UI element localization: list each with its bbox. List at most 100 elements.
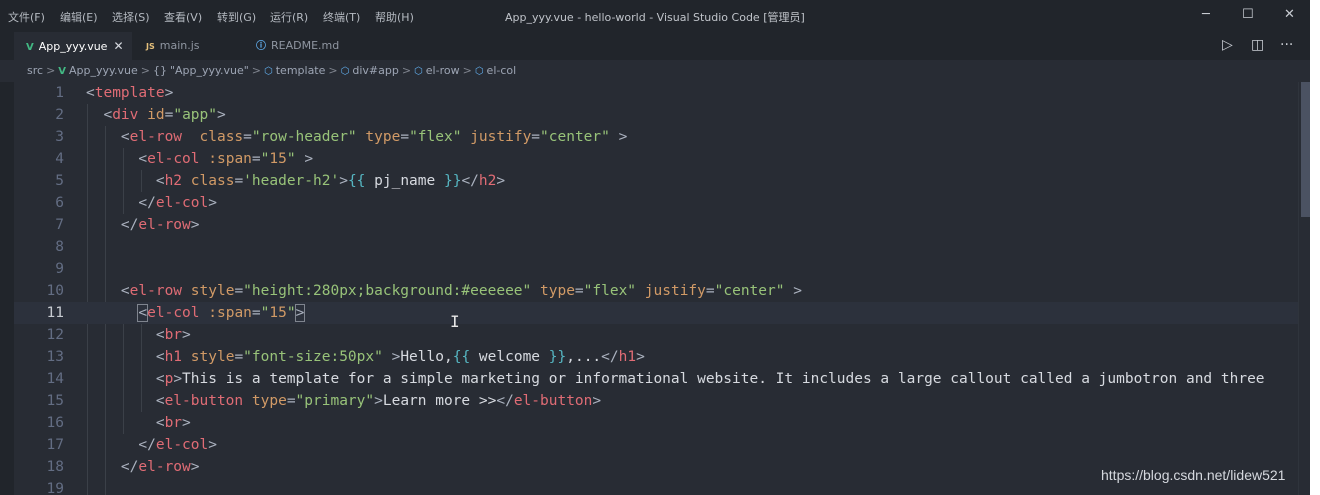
line-number: 2 (55, 107, 64, 123)
code-editor[interactable]: 1 <template> 2 <div id="app"> 3 <el-row c… (14, 82, 1310, 495)
tab-label: main.js (159, 39, 200, 52)
close-window-button[interactable]: ✕ (1284, 7, 1295, 22)
line-number: 14 (46, 371, 64, 387)
code-text: <br> (155, 327, 191, 343)
tab-label: App_yyy.vue (38, 40, 108, 53)
menu-terminal[interactable]: 终端(T) (323, 9, 360, 25)
element-icon: ⬡ (474, 66, 484, 77)
activity-bar-edge (0, 82, 14, 495)
window-title: App_yyy.vue - hello-world - Visual Studi… (505, 11, 805, 24)
chevron-right-icon: > (251, 64, 261, 77)
line-number: 18 (46, 459, 64, 475)
code-text: <h2 class='header-h2'>{{ pj_name }}</h2> (155, 173, 506, 189)
element-icon: ⬡ (264, 66, 273, 77)
line-number: 16 (46, 415, 64, 431)
vue-file-icon: V (26, 42, 34, 53)
breadcrumb: src > V App_yyy.vue >{} "App_yyy.vue" > ⬡ templa… (0, 60, 1310, 82)
line-number: 4 (55, 151, 64, 167)
run-icon[interactable]: ▷ (1222, 37, 1233, 53)
breadcrumb-item-file[interactable]: App_yyy.vue (69, 64, 138, 77)
minimize-button[interactable]: ─ (1202, 7, 1210, 22)
line-number: 7 (55, 217, 64, 233)
code-line: 1 <template> (14, 82, 1310, 104)
line-number: 3 (55, 129, 64, 145)
line-number: 11 (46, 305, 64, 321)
vue-file-icon: V (58, 66, 67, 77)
menu-view[interactable]: 查看(V) (164, 9, 202, 25)
code-line: 15 <el-button type="primary">Learn more … (14, 390, 1310, 412)
code-text: <p>This is a template for a simple marke… (155, 371, 1265, 387)
breadcrumb-path: src > V App_yyy.vue >{} "App_yyy.vue" > ⬡ templa… (27, 60, 516, 83)
tab-main-js[interactable]: JS main.js (132, 32, 242, 60)
code-text: <el-col :span="15"> (137, 304, 306, 322)
scrollbar-thumb[interactable] (1301, 82, 1310, 217)
line-number: 17 (46, 437, 64, 453)
line-number: 8 (55, 239, 64, 255)
chevron-right-icon: > (462, 64, 472, 77)
code-text: <el-row style="height:280px;background:#… (120, 283, 802, 299)
line-number: 19 (46, 481, 64, 495)
editor-tab-bar: V App_yyy.vue ✕ JS main.js ⓘ README.md (0, 32, 1310, 60)
code-text: <el-button type="primary">Learn more >><… (155, 393, 602, 409)
braces-icon: {} (152, 64, 167, 77)
chevron-right-icon: > (328, 64, 338, 77)
close-icon[interactable]: ✕ (113, 39, 123, 53)
tab-app-yyy-vue[interactable]: V App_yyy.vue ✕ (14, 32, 132, 60)
code-text: </el-col> (138, 437, 217, 453)
chevron-right-icon: > (46, 64, 56, 77)
code-line: 13 <h1 style="font-size:50px" >Hello,{{ … (14, 346, 1310, 368)
breadcrumb-item-el-col[interactable]: el-col (487, 64, 517, 77)
menu-selection[interactable]: 选择(S) (112, 9, 150, 25)
text-cursor-icon: I (450, 312, 460, 331)
code-text: </el-col> (138, 195, 217, 211)
code-text: <template> (86, 85, 174, 101)
line-number: 13 (46, 349, 64, 365)
code-line: 17 </el-col> (14, 434, 1310, 456)
tab-readme-md[interactable]: ⓘ README.md (242, 32, 362, 60)
split-editor-icon[interactable]: ◫ (1251, 37, 1264, 53)
menu-file[interactable]: 文件(F) (8, 9, 45, 25)
code-line: 14 <p>This is a template for a simple ma… (14, 368, 1310, 390)
title-bar: 文件(F) 编辑(E) 选择(S) 查看(V) 转到(G) 运行(R) 终端(T… (0, 0, 1310, 32)
code-line: 6 </el-col> (14, 192, 1310, 214)
code-line: 3 <el-row class="row-header" type="flex"… (14, 126, 1310, 148)
line-number: 6 (55, 195, 64, 211)
more-actions-icon[interactable]: ··· (1280, 37, 1293, 53)
element-icon: ⬡ (340, 66, 350, 77)
watermark: https://blog.csdn.net/lidew521 (1101, 467, 1286, 483)
code-line-current: 11 <el-col :span="15"> (14, 302, 1310, 324)
menu-edit[interactable]: 编辑(E) (60, 9, 98, 25)
code-line: 10 <el-row style="height:280px;backgroun… (14, 280, 1310, 302)
code-line: 9 (14, 258, 1310, 280)
line-number: 15 (46, 393, 64, 409)
menu-go[interactable]: 转到(G) (217, 9, 256, 25)
js-file-icon: JS (146, 42, 155, 51)
code-line: 8 (14, 236, 1310, 258)
info-file-icon: ⓘ (256, 41, 266, 52)
window-edge (1310, 0, 1320, 495)
code-line: 4 <el-col :span="15" > (14, 148, 1310, 170)
code-text: <h1 style="font-size:50px" >Hello,{{ wel… (155, 349, 645, 365)
line-number: 5 (55, 173, 64, 189)
code-text: <div id="app"> (103, 107, 226, 123)
breadcrumb-item-div-app[interactable]: div#app (352, 64, 398, 77)
chevron-right-icon: > (140, 64, 150, 77)
code-text: <el-col :span="15" > (138, 151, 314, 167)
menu-run[interactable]: 运行(R) (270, 9, 308, 25)
code-line: 7 </el-row> (14, 214, 1310, 236)
menu-help[interactable]: 帮助(H) (375, 9, 414, 25)
code-text: </el-row> (120, 459, 200, 475)
maximize-button[interactable]: ☐ (1242, 7, 1254, 22)
code-line: 16 <br> (14, 412, 1310, 434)
line-number: 12 (46, 327, 64, 343)
line-number: 1 (55, 85, 64, 101)
code-line: 12 <br> (14, 324, 1310, 346)
code-line: 5 <h2 class='header-h2'>{{ pj_name }}</h… (14, 170, 1310, 192)
breadcrumb-item-el-row[interactable]: el-row (426, 64, 460, 77)
code-text: </el-row> (120, 217, 200, 233)
breadcrumb-item-module[interactable]: "App_yyy.vue" (170, 64, 249, 77)
breadcrumb-item-template[interactable]: template (276, 64, 326, 77)
code-text: <el-row class="row-header" type="flex" j… (120, 129, 628, 145)
chevron-right-icon: > (401, 64, 412, 77)
breadcrumb-item-src[interactable]: src (27, 64, 43, 77)
